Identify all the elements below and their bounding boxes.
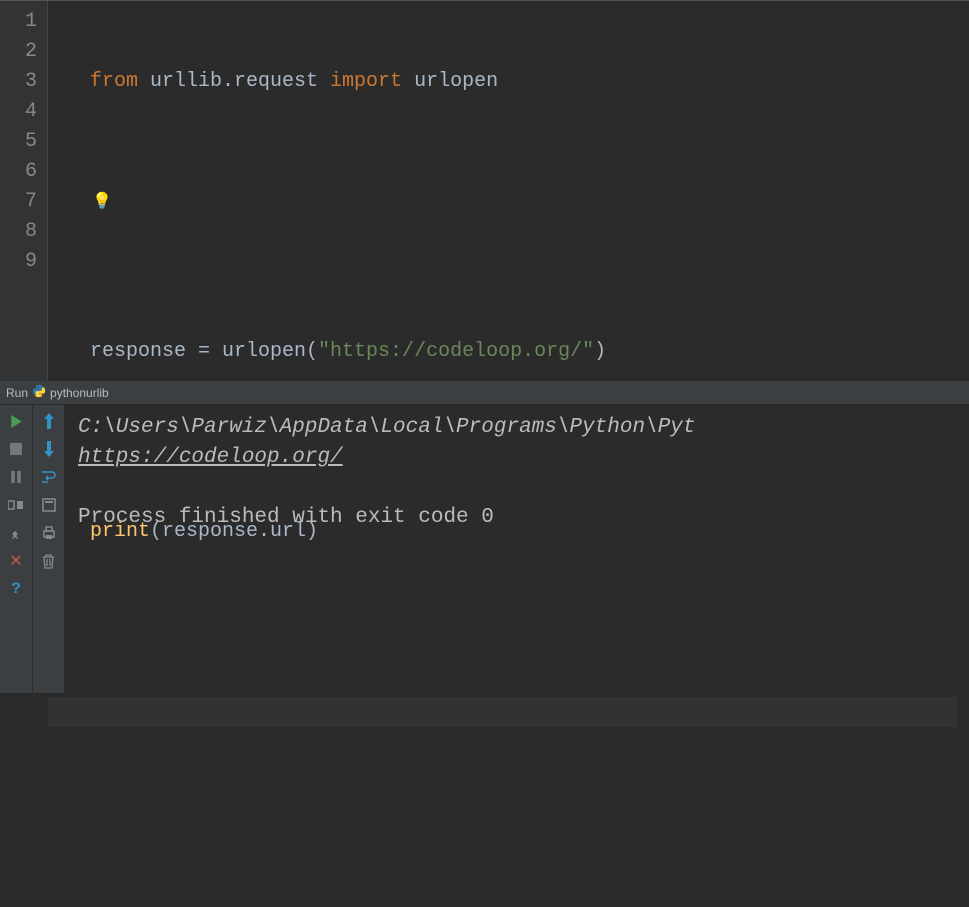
- rerun-button[interactable]: [6, 411, 26, 431]
- up-button[interactable]: [39, 411, 59, 431]
- wrap-button[interactable]: [39, 467, 59, 487]
- code-content[interactable]: from urllib.request import urlopen respo…: [78, 1, 969, 381]
- scroll-button[interactable]: [39, 495, 59, 515]
- close-button[interactable]: ✕: [6, 551, 26, 571]
- lightbulb-icon[interactable]: 💡: [92, 187, 112, 217]
- python-icon: [32, 384, 46, 401]
- stop-button[interactable]: [6, 439, 26, 459]
- down-button[interactable]: [39, 439, 59, 459]
- code-text: response = urlopen(: [90, 340, 318, 363]
- line-number: 5: [0, 127, 37, 157]
- layout-button[interactable]: [6, 495, 26, 515]
- pause-button[interactable]: [6, 467, 26, 487]
- gutter-gap: [48, 1, 78, 381]
- line-number: 8: [0, 217, 37, 247]
- pin-button[interactable]: [6, 523, 26, 543]
- line-number: 9: [0, 247, 37, 277]
- code-editor[interactable]: 1 2 3 4 5 6 7 8 9 from urllib.request im…: [0, 0, 969, 381]
- code-text: urllib.request: [138, 70, 330, 93]
- help-button[interactable]: ?: [6, 579, 26, 599]
- code-text: ): [594, 340, 606, 363]
- function-name: print: [90, 520, 150, 543]
- run-tool-column: ✕ ?: [0, 405, 32, 693]
- output-tool-column: [32, 405, 64, 693]
- line-number: 1: [0, 7, 37, 37]
- line-number: 2: [0, 37, 37, 67]
- trash-button[interactable]: [39, 551, 59, 571]
- line-number: 6: [0, 157, 37, 187]
- line-number: 7: [0, 187, 37, 217]
- code-text: urlopen: [402, 70, 498, 93]
- print-button[interactable]: [39, 523, 59, 543]
- code-text: (response.url): [150, 520, 318, 543]
- line-gutter: 1 2 3 4 5 6 7 8 9: [0, 1, 48, 381]
- string-literal: "https://codeloop.org/": [318, 340, 594, 363]
- keyword: import: [330, 70, 402, 93]
- line-number: 3: [0, 67, 37, 97]
- keyword: from: [90, 70, 138, 93]
- run-label: Run: [6, 386, 28, 400]
- line-number: 4: [0, 97, 37, 127]
